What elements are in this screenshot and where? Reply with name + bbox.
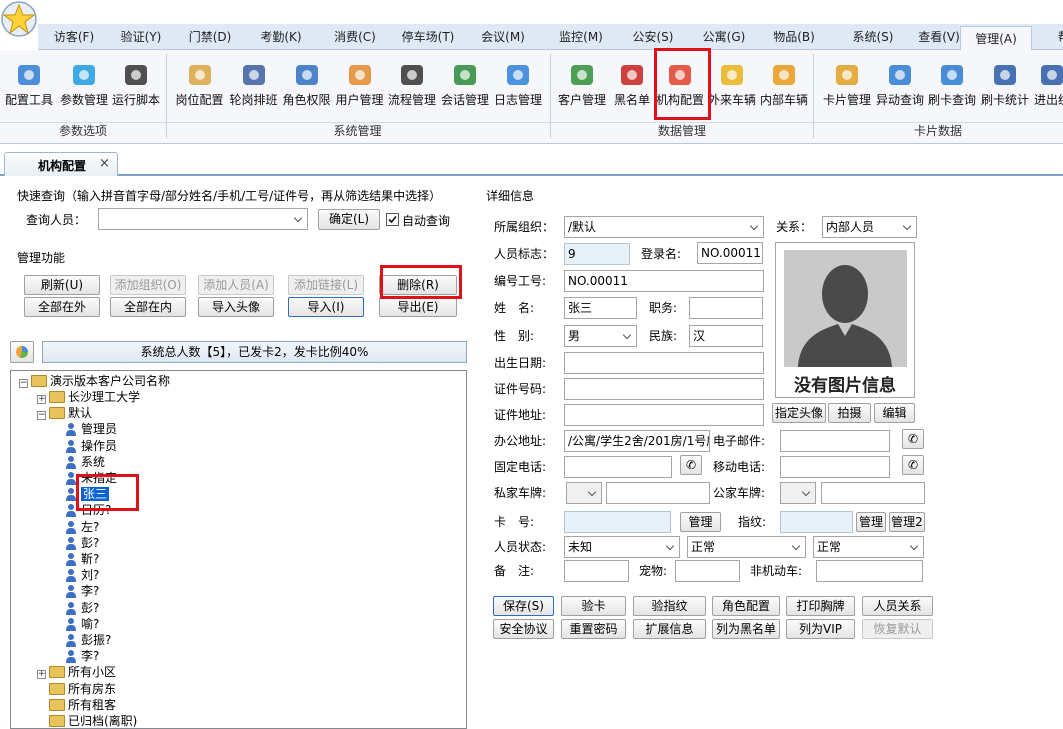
tree-node[interactable]: 所有房东 [37,681,116,697]
folder-icon [49,666,65,679]
folder-icon [49,698,65,711]
action-row2-button-1[interactable]: 重置密码 [561,619,626,639]
detail-actions: 保存(S) 验卡 验指纹 角色配置 打印胸牌 人员关系安全协议 重置密码 扩展信息 列为黑名单列… [0,0,1063,650]
tree-node-label: 所有租客 [68,697,117,712]
folder-icon [49,715,65,727]
highlight-zhangsan [76,474,139,511]
tree-node[interactable]: 李? [65,648,99,664]
highlight-delete [380,265,462,299]
tree-node[interactable]: + 所有小区 [37,664,116,680]
action-row2-button-3[interactable]: 列为黑名单 [712,619,780,639]
folder-icon [49,682,65,695]
action-row1-button-4[interactable]: 打印胸牌 [786,596,855,616]
highlight-org-config [654,48,711,120]
action-row1-button-2[interactable]: 验指纹 [633,596,706,616]
action-row1-button-5[interactable]: 人员关系 [862,596,933,616]
tree-expand-icon[interactable]: + [37,670,46,680]
tree-node-label: 已归档(离职) [68,714,138,728]
action-row2-button-4[interactable]: 列为VIP [786,619,855,639]
action-row1-button-1[interactable]: 验卡 [561,596,626,616]
tree-node-label: 所有房东 [68,681,117,696]
tree-node-label: 所有小区 [68,665,117,680]
person-icon [65,649,81,664]
action-row1-button-3[interactable]: 角色配置 [712,596,780,616]
tree-node[interactable]: 已归档(离职) [37,713,138,728]
action-row2-button-5: 恢复默认 [862,619,933,639]
app-window: 访客(F) 验证(Y) 门禁(D) 考勤(K) 消费(C) 停车场(T) 会议(M) 监控(M… [0,0,1063,729]
action-row2-button-0[interactable]: 安全协议 [493,619,554,639]
action-row1-button-0[interactable]: 保存(S) [493,596,554,616]
tree-node[interactable]: 所有租客 [37,697,116,713]
tree-node-label: 李? [81,649,100,664]
action-row2-button-2[interactable]: 扩展信息 [633,619,706,639]
